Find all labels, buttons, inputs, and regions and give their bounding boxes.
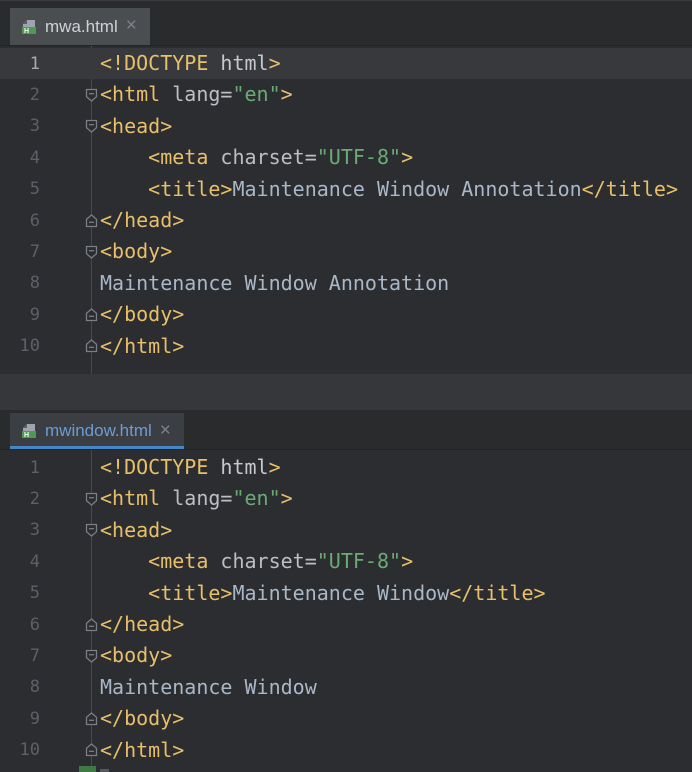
close-icon[interactable]: × (160, 421, 171, 442)
tab-mwindow-html[interactable]: H mwindow.html × (10, 413, 184, 449)
line-number: 8 (0, 273, 40, 293)
line-number: 4 (0, 148, 40, 168)
line-number: 9 (0, 305, 40, 325)
tab-label: mwindow.html (45, 421, 152, 441)
code-text: <html lang="en"> (100, 483, 293, 514)
html-file-icon: H (21, 423, 37, 439)
code-line[interactable]: 2 <html lang="en"> (0, 483, 692, 514)
fold-close-icon[interactable] (84, 338, 99, 354)
line-number: 5 (0, 583, 40, 603)
code-text: <!DOCTYPE html> (100, 452, 281, 483)
code-line[interactable]: 10 </html> (0, 735, 692, 766)
code-line[interactable]: 1 <!DOCTYPE html> (0, 48, 692, 79)
svg-text:H: H (24, 28, 29, 35)
editor-pane-top[interactable]: 1 <!DOCTYPE html> 2 <html lang="en"> 3 <head>… (0, 46, 692, 374)
svg-text:H: H (24, 432, 29, 439)
code-text: <meta charset="UTF-8"> (100, 142, 413, 173)
code-line[interactable]: 8 Maintenance Window Annotation (0, 268, 692, 299)
code-line[interactable]: 7 <body> (0, 236, 692, 267)
code-line[interactable]: 5 <title>Maintenance Window Annotation</… (0, 174, 692, 205)
line-number: 5 (0, 179, 40, 199)
code-line[interactable]: 4 <meta charset="UTF-8"> (0, 142, 692, 173)
line-number: 7 (0, 242, 40, 262)
tab-bar-top: H mwa.html × (0, 0, 692, 46)
tab-mwa-html[interactable]: H mwa.html × (10, 8, 150, 45)
line-number: 1 (0, 458, 40, 478)
code-text: <html lang="en"> (100, 79, 293, 110)
code-line[interactable]: 1 <!DOCTYPE html> (0, 452, 692, 483)
fold-open-icon[interactable] (84, 244, 99, 260)
code-text: <body> (100, 236, 172, 267)
code-line[interactable]: 6 </head> (0, 609, 692, 640)
line-number: 2 (0, 489, 40, 509)
code-line[interactable]: 4 <meta charset="UTF-8"> (0, 546, 692, 577)
code-line[interactable]: 3 <head> (0, 111, 692, 142)
fold-close-icon[interactable] (84, 617, 99, 633)
code-line[interactable]: 6 </head> (0, 205, 692, 236)
code-rows: 1 <!DOCTYPE html> 2 <html lang="en"> 3 <head>… (0, 46, 692, 362)
code-line[interactable]: 2 <html lang="en"> (0, 79, 692, 110)
fold-close-icon[interactable] (84, 711, 99, 727)
code-text: </head> (100, 609, 184, 640)
html-file-icon: H (21, 19, 37, 35)
code-text: <head> (100, 515, 172, 546)
code-line[interactable]: 5 <title>Maintenance Window</title> (0, 578, 692, 609)
code-text: <!DOCTYPE html> (100, 48, 281, 79)
code-line[interactable]: 9 </body> (0, 703, 692, 734)
line-number: 3 (0, 116, 40, 136)
code-text: <head> (100, 111, 172, 142)
code-line[interactable]: 7 <body> (0, 640, 692, 671)
editor-pane-bottom[interactable]: 1 <!DOCTYPE html> 2 <html lang="en"> 3 <head>… (0, 450, 692, 772)
line-number: 8 (0, 677, 40, 697)
code-line[interactable]: 10 </html> (0, 331, 692, 362)
line-number: 1 (0, 54, 40, 74)
code-text: <meta charset="UTF-8"> (100, 546, 413, 577)
fold-close-icon[interactable] (84, 742, 99, 758)
code-text: <body> (100, 640, 172, 671)
line-number: 6 (0, 615, 40, 635)
fold-open-icon[interactable] (84, 87, 99, 103)
fold-open-icon[interactable] (84, 118, 99, 134)
fold-open-icon[interactable] (84, 648, 99, 664)
code-text: </html> (100, 735, 184, 766)
code-text: Maintenance Window (100, 672, 317, 703)
fold-close-icon[interactable] (84, 213, 99, 229)
line-number: 4 (0, 552, 40, 572)
line-number: 2 (0, 85, 40, 105)
line-number: 9 (0, 709, 40, 729)
line-number: 6 (0, 211, 40, 231)
code-rows: 1 <!DOCTYPE html> 2 <html lang="en"> 3 <head>… (0, 450, 692, 766)
code-line[interactable]: 8 Maintenance Window (0, 672, 692, 703)
fold-open-icon[interactable] (84, 522, 99, 538)
code-text: </body> (100, 703, 184, 734)
line-number: 10 (0, 336, 40, 356)
code-text: <title>Maintenance Window Annotation</ti… (100, 174, 678, 205)
tab-bar-bottom: H mwindow.html × (0, 410, 692, 450)
fold-close-icon[interactable] (84, 307, 99, 323)
line-number: 10 (0, 740, 40, 760)
fold-open-icon[interactable] (84, 491, 99, 507)
code-line[interactable]: 9 </body> (0, 299, 692, 330)
close-icon[interactable]: × (126, 16, 137, 37)
ide-window: H mwa.html × 1 <!DOCTYPE html> 2 <html lang… (0, 0, 692, 772)
code-text: </head> (100, 205, 184, 236)
line-number: 7 (0, 646, 40, 666)
line-number: 3 (0, 520, 40, 540)
partial-breadcrumb-icon (79, 766, 96, 772)
code-text: </body> (100, 299, 184, 330)
code-line[interactable]: 3 <head> (0, 515, 692, 546)
pane-split-strip[interactable] (0, 374, 692, 410)
code-text: </html> (100, 331, 184, 362)
code-text: Maintenance Window Annotation (100, 268, 449, 299)
code-text: <title>Maintenance Window</title> (100, 578, 546, 609)
tab-label: mwa.html (45, 17, 118, 37)
